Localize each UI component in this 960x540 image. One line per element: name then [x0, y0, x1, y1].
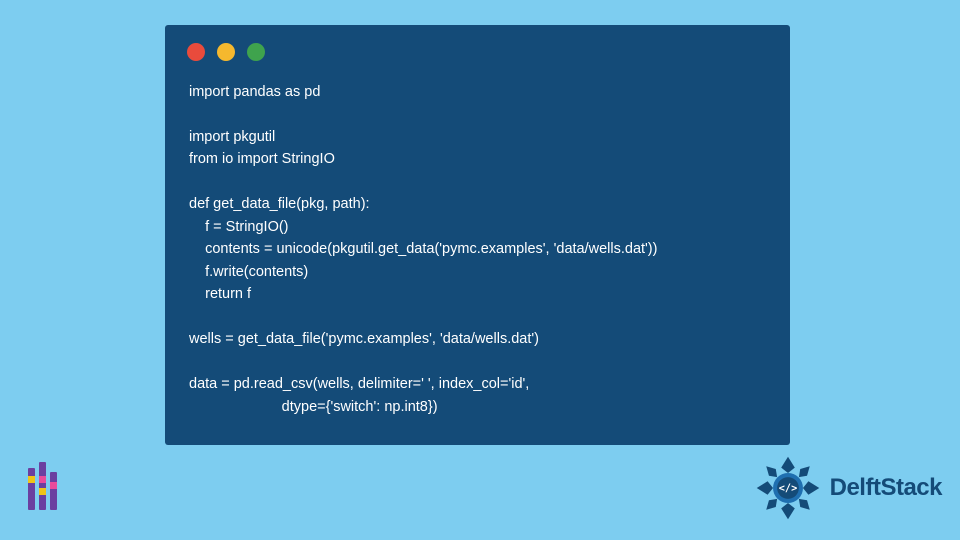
close-icon — [187, 43, 205, 61]
minimize-icon — [217, 43, 235, 61]
maximize-icon — [247, 43, 265, 61]
svg-text:</>: </> — [778, 483, 796, 494]
brand-emblem-icon: </> — [754, 454, 822, 522]
brand-logo: </> DelftStack — [754, 454, 942, 522]
code-window: import pandas as pd import pkgutil from … — [165, 25, 790, 445]
brand-name: DelftStack — [830, 474, 942, 502]
code-block: import pandas as pd import pkgutil from … — [165, 71, 790, 438]
left-logo-icon — [18, 462, 66, 510]
window-controls — [165, 25, 790, 71]
